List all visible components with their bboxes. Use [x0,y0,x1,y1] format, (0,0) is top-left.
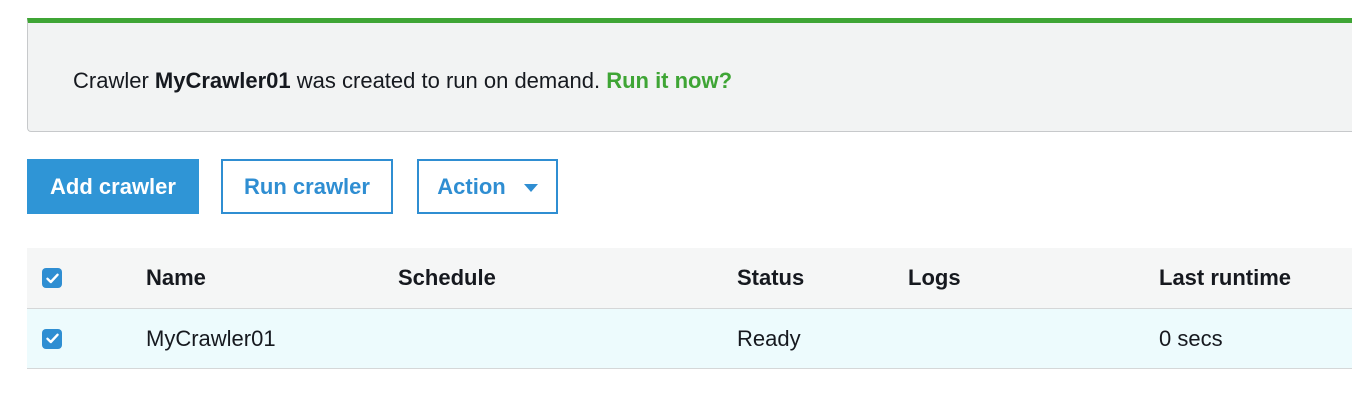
crawlers-table: Name Schedule Status Logs Last runtime M… [27,248,1352,369]
header-logs[interactable]: Logs [908,248,961,308]
header-status[interactable]: Status [737,248,804,308]
row-select-cell [42,309,62,368]
banner-crawler-name: MyCrawler01 [154,68,291,93]
add-crawler-label: Add crawler [50,173,176,199]
row-checkbox[interactable] [42,328,62,349]
add-crawler-button[interactable]: Add crawler [27,159,199,214]
success-flash-banner: Crawler MyCrawler01 was created to run o… [27,18,1352,132]
select-all-checkbox[interactable] [42,268,62,288]
banner-message: Crawler MyCrawler01 was created to run o… [73,68,732,94]
table-row[interactable]: MyCrawler01 Ready 0 secs [27,309,1352,369]
header-schedule[interactable]: Schedule [398,248,496,308]
table-header-row: Name Schedule Status Logs Last runtime [27,248,1352,309]
checkmark-icon [45,273,59,283]
row-last-runtime: 0 secs [1159,325,1223,351]
banner-prefix: Crawler [73,68,155,93]
action-dropdown-button[interactable]: Action [417,159,558,214]
select-all-cell [42,248,62,308]
run-crawler-label: Run crawler [244,173,370,199]
run-it-now-link[interactable]: Run it now? [606,68,732,93]
row-status: Ready [737,325,801,351]
checkmark-icon [45,333,59,344]
crawler-name-link[interactable]: MyCrawler01 [146,309,276,368]
banner-suffix: was created to run on demand. [290,68,607,93]
header-last-runtime[interactable]: Last runtime [1159,248,1291,308]
run-crawler-button[interactable]: Run crawler [221,159,393,214]
header-name[interactable]: Name [146,248,206,308]
caret-down-icon [523,183,538,192]
action-label: Action [437,173,506,199]
